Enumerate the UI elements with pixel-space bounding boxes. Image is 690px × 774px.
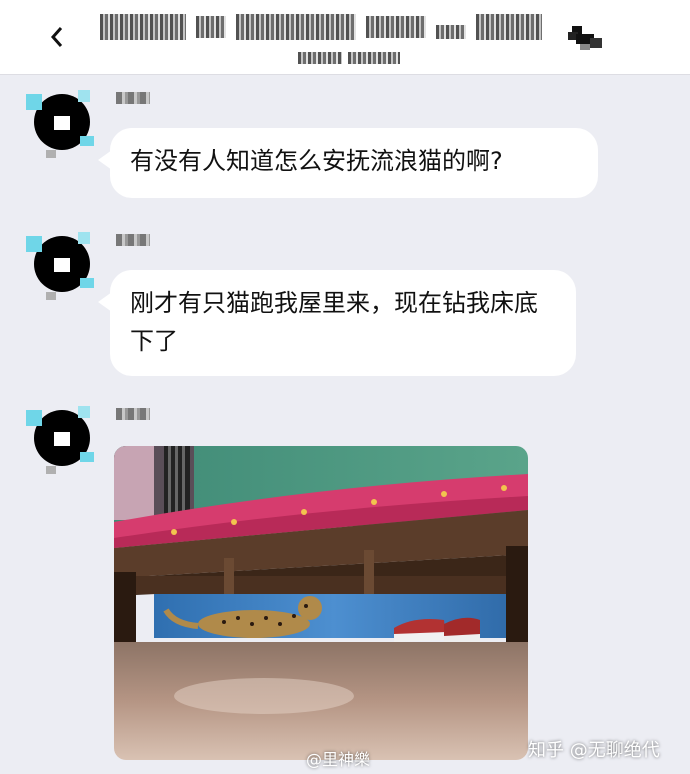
- message-bubble[interactable]: 刚才有只猫跑我屋里来，现在钻我床底下了: [98, 270, 576, 376]
- leopard-under-bed-photo: [114, 446, 528, 760]
- zhihu-watermark: 知乎 @无聊绝代: [528, 740, 660, 761]
- avatar[interactable]: [24, 230, 96, 302]
- weibo-watermark: @里神樂: [306, 750, 371, 769]
- avatar[interactable]: [24, 88, 96, 160]
- chevron-left-icon: [50, 27, 63, 47]
- message-text: 有没有人知道怎么安抚流浪猫的啊?: [130, 147, 503, 175]
- chat-subtitle-obscured: [298, 52, 400, 64]
- chat-title-obscured: [100, 14, 542, 40]
- chat-header: [0, 0, 690, 75]
- sender-name-obscured: [116, 408, 150, 420]
- message-text: 刚才有只猫跑我屋里来，现在钻我床底下了: [130, 289, 538, 355]
- back-button[interactable]: [46, 22, 68, 52]
- message-bubble[interactable]: 有没有人知道怎么安抚流浪猫的啊?: [98, 128, 598, 198]
- photo-message[interactable]: [114, 446, 528, 760]
- sender-name-obscured: [116, 92, 150, 104]
- more-button[interactable]: [566, 24, 606, 52]
- sender-name-obscured: [116, 234, 150, 246]
- more-icon: [568, 26, 602, 50]
- avatar[interactable]: [24, 404, 96, 476]
